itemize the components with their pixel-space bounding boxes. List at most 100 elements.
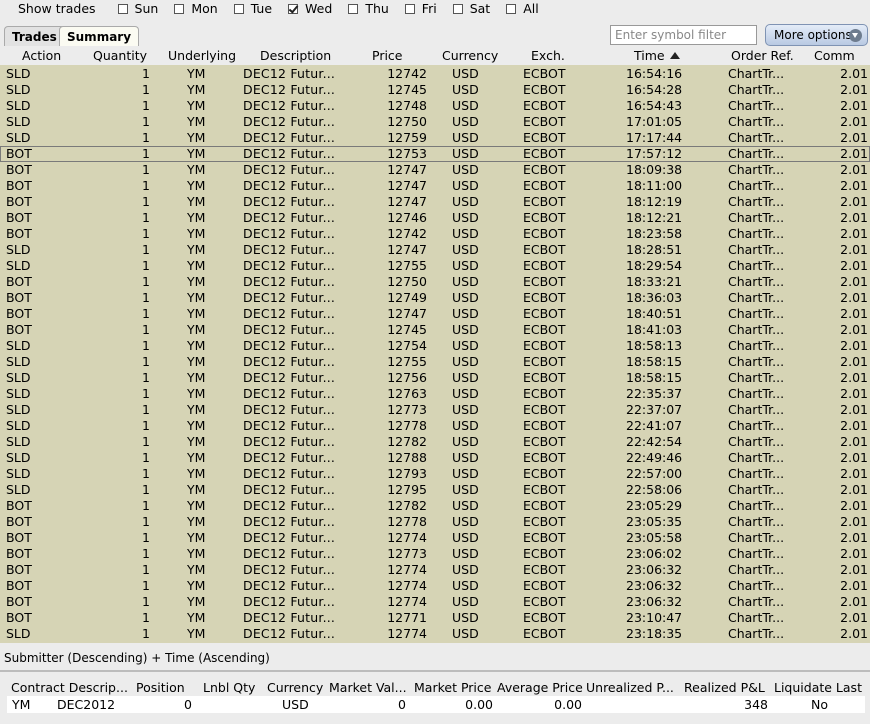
column-header-time[interactable]: Time (634, 48, 680, 63)
table-row[interactable]: BOT 1 YM DEC12 Futur... 12753 USD ECBOT 17:57:1… (0, 146, 870, 162)
cell-comm: 2.01 (840, 258, 868, 273)
table-row[interactable]: SLD 1 YM DEC12 Futur... 12774 USD ECBOT 23:18:3… (0, 626, 870, 642)
day-filter-all[interactable]: All (506, 1, 539, 16)
cell-quantity: 1 (142, 354, 150, 369)
table-row[interactable]: BOT 1 YM DEC12 Futur... 12750 USD ECBOT 18:33:2… (0, 274, 870, 290)
day-checkbox-wed[interactable] (288, 3, 299, 14)
table-row[interactable]: BOT 1 YM DEC12 Futur... 12774 USD ECBOT 23:06:3… (0, 594, 870, 610)
column-header-unrealized-pnl[interactable]: Unrealized P... (586, 680, 674, 695)
day-checkbox-sun[interactable] (117, 3, 128, 14)
table-row[interactable]: BOT 1 YM DEC12 Futur... 12774 USD ECBOT 23:05:5… (0, 530, 870, 546)
cell-time: 23:06:32 (626, 594, 683, 609)
table-row[interactable]: BOT 1 YM DEC12 Futur... 12747 USD ECBOT 18:11:0… (0, 178, 870, 194)
more-options-button[interactable]: More options (765, 24, 868, 46)
day-checkbox-fri[interactable] (404, 3, 415, 14)
day-filter-tue[interactable]: Tue (233, 1, 272, 16)
table-row[interactable]: BOT 1 YM DEC12 Futur... 12778 USD ECBOT 23:05:3… (0, 514, 870, 530)
table-row[interactable]: SLD 1 YM DEC12 Futur... 12795 USD ECBOT 22:58:0… (0, 482, 870, 498)
cell-price: 12745 (387, 322, 427, 337)
table-row[interactable]: BOT 1 YM DEC12 Futur... 12774 USD ECBOT 23:06:3… (0, 562, 870, 578)
table-row[interactable]: BOT 1 YM DEC12 Futur... 12749 USD ECBOT 18:36:0… (0, 290, 870, 306)
tab-summary[interactable]: Summary (59, 26, 140, 46)
table-row[interactable]: SLD 1 YM DEC12 Futur... 12747 USD ECBOT 18:28:5… (0, 242, 870, 258)
table-row[interactable]: SLD 1 YM DEC12 Futur... 12755 USD ECBOT 18:29:5… (0, 258, 870, 274)
table-row[interactable]: BOT 1 YM DEC12 Futur... 12745 USD ECBOT 18:41:0… (0, 322, 870, 338)
column-header-comm[interactable]: Comm (814, 48, 855, 63)
day-checkbox-mon[interactable] (174, 3, 185, 14)
cell-description: DEC12 Futur... (243, 370, 336, 385)
panel-divider[interactable] (0, 670, 870, 672)
cell-action: BOT (6, 578, 32, 593)
cell-action: BOT (6, 322, 32, 337)
day-filter-fri[interactable]: Fri (404, 1, 437, 16)
table-row[interactable]: SLD 1 YM DEC12 Futur... 12748 USD ECBOT 16:54:4… (0, 98, 870, 114)
cell-comm: 2.01 (840, 354, 868, 369)
column-header-position[interactable]: Position (136, 680, 185, 695)
cell-time: 22:42:54 (626, 434, 683, 449)
cell-exch: ECBOT (523, 546, 566, 561)
cell-underlying: YM (187, 306, 206, 321)
table-row[interactable]: SLD 1 YM DEC12 Futur... 12759 USD ECBOT 17:17:4… (0, 130, 870, 146)
cell-price: 12747 (387, 242, 427, 257)
column-header-price[interactable]: Price (372, 48, 403, 63)
cell-order-ref: ChartTr... (728, 178, 785, 193)
day-filter-wed[interactable]: Wed (288, 1, 332, 16)
column-header-realized-pnl[interactable]: Realized P&L (684, 680, 765, 695)
day-filter-thu[interactable]: Thu (348, 1, 389, 16)
summary-table-row[interactable]: YM DEC2012 0 USD 0 0.00 0.00 348 No (7, 696, 865, 713)
cell-time: 22:41:07 (626, 418, 683, 433)
day-filter-sun[interactable]: Sun (117, 1, 158, 16)
cell-price: 12754 (387, 338, 427, 353)
table-row[interactable]: SLD 1 YM DEC12 Futur... 12745 USD ECBOT 16:54:2… (0, 82, 870, 98)
cell-price: 12771 (387, 610, 427, 625)
column-header-liquidate-last[interactable]: Liquidate Last (774, 680, 862, 695)
table-row[interactable]: BOT 1 YM DEC12 Futur... 12782 USD ECBOT 23:05:2… (0, 498, 870, 514)
column-header-order-ref[interactable]: Order Ref. (731, 48, 794, 63)
table-row[interactable]: SLD 1 YM DEC12 Futur... 12763 USD ECBOT 22:35:3… (0, 386, 870, 402)
cell-time: 16:54:16 (626, 66, 683, 81)
table-row[interactable]: SLD 1 YM DEC12 Futur... 12755 USD ECBOT 18:58:1… (0, 354, 870, 370)
table-row[interactable]: SLD 1 YM DEC12 Futur... 12782 USD ECBOT 22:42:5… (0, 434, 870, 450)
table-row[interactable]: BOT 1 YM DEC12 Futur... 12747 USD ECBOT 18:09:3… (0, 162, 870, 178)
table-row[interactable]: SLD 1 YM DEC12 Futur... 12742 USD ECBOT 16:54:1… (0, 66, 870, 82)
day-checkbox-tue[interactable] (233, 3, 244, 14)
table-row[interactable]: SLD 1 YM DEC12 Futur... 12756 USD ECBOT 18:58:1… (0, 370, 870, 386)
column-header-average-price[interactable]: Average Price (497, 680, 583, 695)
column-header-underlying[interactable]: Underlying (168, 48, 236, 63)
day-filter-sat[interactable]: Sat (452, 1, 490, 16)
column-header-contract[interactable]: Contract Descrip... (11, 680, 128, 695)
day-checkbox-all[interactable] (506, 3, 517, 14)
column-header-quantity[interactable]: Quantity (93, 48, 147, 63)
column-header-currency-summary[interactable]: Currency (267, 680, 323, 695)
day-filter-mon[interactable]: Mon (174, 1, 218, 16)
table-row[interactable]: BOT 1 YM DEC12 Futur... 12773 USD ECBOT 23:06:0… (0, 546, 870, 562)
table-row[interactable]: SLD 1 YM DEC12 Futur... 12788 USD ECBOT 22:49:4… (0, 450, 870, 466)
symbol-filter-input[interactable] (610, 25, 757, 45)
column-header-market-price[interactable]: Market Price (414, 680, 491, 695)
table-row[interactable]: BOT 1 YM DEC12 Futur... 12774 USD ECBOT 23:06:3… (0, 578, 870, 594)
column-header-market-value[interactable]: Market Val... (329, 680, 407, 695)
cell-description: DEC12 Futur... (243, 242, 336, 257)
column-header-lnbl-qty[interactable]: Lnbl Qty (203, 680, 255, 695)
cell-price: 12778 (387, 418, 427, 433)
day-checkbox-thu[interactable] (348, 3, 359, 14)
table-row[interactable]: SLD 1 YM DEC12 Futur... 12754 USD ECBOT 18:58:1… (0, 338, 870, 354)
table-row[interactable]: SLD 1 YM DEC12 Futur... 12773 USD ECBOT 22:37:0… (0, 402, 870, 418)
table-row[interactable]: SLD 1 YM DEC12 Futur... 12778 USD ECBOT 22:41:0… (0, 418, 870, 434)
table-row[interactable]: BOT 1 YM DEC12 Futur... 12747 USD ECBOT 18:40:5… (0, 306, 870, 322)
tab-trades[interactable]: Trades (4, 26, 65, 46)
table-row[interactable]: SLD 1 YM DEC12 Futur... 12750 USD ECBOT 17:01:0… (0, 114, 870, 130)
column-header-currency[interactable]: Currency (442, 48, 498, 63)
table-row[interactable]: BOT 1 YM DEC12 Futur... 12747 USD ECBOT 18:12:1… (0, 194, 870, 210)
table-row[interactable]: SLD 1 YM DEC12 Futur... 12793 USD ECBOT 22:57:0… (0, 466, 870, 482)
cell-action: SLD (6, 482, 31, 497)
table-row[interactable]: BOT 1 YM DEC12 Futur... 12771 USD ECBOT 23:10:4… (0, 610, 870, 626)
column-header-description[interactable]: Description (260, 48, 331, 63)
cell-currency: USD (452, 322, 479, 337)
column-header-action[interactable]: Action (22, 48, 61, 63)
table-row[interactable]: BOT 1 YM DEC12 Futur... 12746 USD ECBOT 18:12:2… (0, 210, 870, 226)
cell-time: 18:33:21 (626, 274, 683, 289)
column-header-exch[interactable]: Exch. (531, 48, 565, 63)
table-row[interactable]: BOT 1 YM DEC12 Futur... 12742 USD ECBOT 18:23:5… (0, 226, 870, 242)
day-checkbox-sat[interactable] (452, 3, 463, 14)
